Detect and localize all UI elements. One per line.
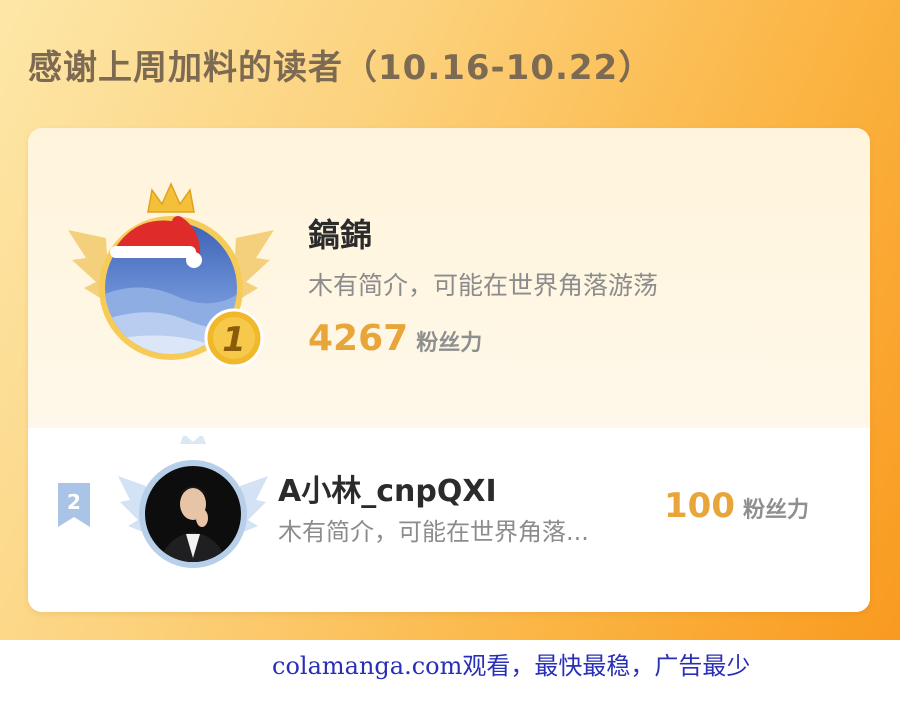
entry-2-fans-unit: 粉丝力	[742, 498, 809, 523]
crown-icon	[147, 182, 195, 213]
rank-1-avatar-badge: 1	[68, 182, 274, 368]
rank-1-number: 1	[222, 320, 246, 360]
rank-2-number: 2	[67, 490, 81, 514]
entry-1-fans-value: 4267	[308, 318, 409, 359]
leaderboard-entry-2[interactable]: 2 A小林_cnpQXI 木有简介，可能在世界角落... 100 粉丝力	[28, 428, 870, 612]
banner-background: 感谢上周加料的读者（10.16-10.22） 1 鎬錦 木有简介，可能在世界角落…	[0, 0, 900, 640]
rank-2-avatar-badge	[118, 436, 268, 568]
entry-1-fans: 4267 粉丝力	[308, 318, 482, 359]
page-title: 感谢上周加料的读者（10.16-10.22）	[28, 48, 654, 88]
rank-2-ribbon-icon: 2	[58, 483, 90, 527]
leaderboard-card: 1 鎬錦 木有简介，可能在世界角落游荡 4267 粉丝力 2 A小林_cnpQX…	[28, 128, 870, 612]
entry-1-name: 鎬錦	[308, 216, 373, 254]
entry-2-fans-value: 100	[664, 486, 735, 526]
entry-2-name: A小林_cnpQXI	[278, 474, 497, 509]
entry-1-bio: 木有简介，可能在世界角落游荡	[308, 271, 659, 300]
watermark-footer: colamanga.com观看，最快最稳，广告最少	[272, 652, 751, 680]
entry-2-bio: 木有简介，可能在世界角落...	[278, 518, 589, 546]
leaderboard-entry-1[interactable]: 1 鎬錦 木有简介，可能在世界角落游荡 4267 粉丝力	[28, 128, 870, 428]
entry-2-fans: 100 粉丝力	[664, 486, 809, 526]
entry-1-fans-unit: 粉丝力	[416, 331, 483, 356]
